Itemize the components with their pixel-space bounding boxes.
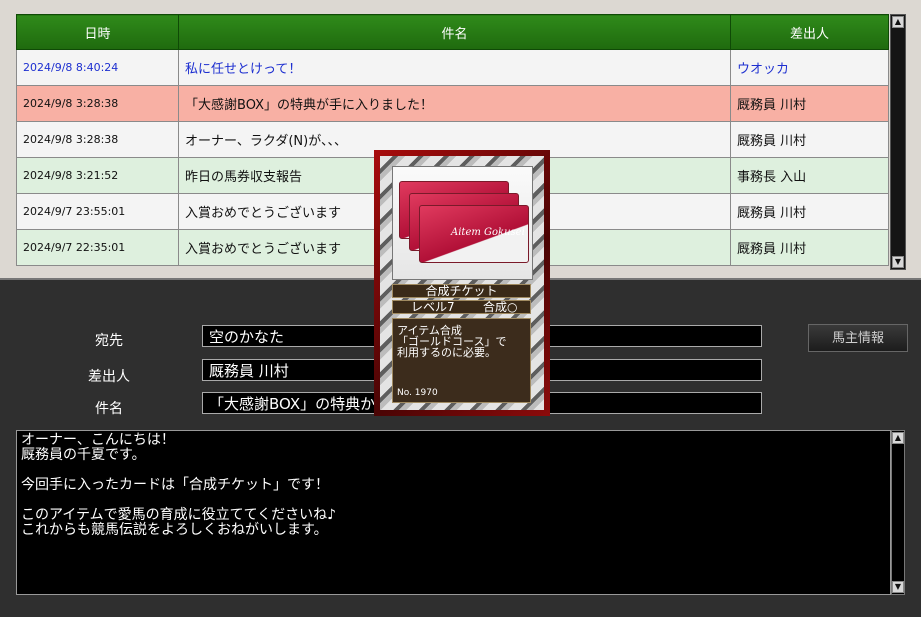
table-row-selected[interactable]: 2024/9/8 3:28:38 「大感謝BOX」の特典が手に入りました！ 厩務…: [16, 85, 889, 122]
row-date: 2024/9/8 8:40:24: [16, 49, 179, 86]
table-header-row: 日時 件名 差出人: [16, 14, 889, 50]
scroll-down-arrow-icon[interactable]: ▼: [892, 581, 904, 593]
row-sender: 厩務員 川村: [730, 229, 889, 266]
card-illustration: Aitem Gokusei: [392, 166, 533, 280]
body-line: このアイテムで愛馬の育成に役立ててくださいね♪: [21, 507, 337, 523]
row-date: 2024/9/8 3:28:38: [16, 85, 179, 122]
card-body: Aitem Gokusei 合成チケット レベル7 合成○ アイテム合成 「ゴー…: [380, 156, 544, 410]
body-line: 今回手に入ったカードは「合成チケット」です！: [21, 477, 329, 493]
message-body: オーナー、こんにちは！ 厩務員の千夏です。 今回手に入ったカードは「合成チケット…: [16, 430, 891, 595]
column-header-sender[interactable]: 差出人: [730, 14, 889, 50]
item-card-popup: Aitem Gokusei 合成チケット レベル7 合成○ アイテム合成 「ゴー…: [374, 150, 550, 416]
card-synth: 合成○: [483, 300, 518, 314]
row-sender: 厩務員 川村: [730, 85, 889, 122]
column-header-subject[interactable]: 件名: [178, 14, 731, 50]
to-label: 宛先: [95, 333, 123, 349]
list-scrollbar[interactable]: ▲ ▼: [890, 14, 906, 270]
row-date: 2024/9/8 3:21:52: [16, 157, 179, 194]
card-level: レベル7: [411, 300, 455, 314]
card-level-row: レベル7 合成○: [392, 300, 531, 314]
body-line: [21, 463, 886, 478]
row-subject: 私に任せとけって！: [178, 49, 731, 86]
body-line: 厩務員の千夏です。: [21, 447, 146, 463]
from-label: 差出人: [88, 369, 130, 385]
body-line: [21, 493, 886, 508]
body-line: これからも競馬伝説をよろしくおねがいします。: [21, 522, 328, 538]
scroll-up-arrow-icon[interactable]: ▲: [892, 432, 904, 444]
row-date: 2024/9/7 22:35:01: [16, 229, 179, 266]
row-subject: 「大感謝BOX」の特典が手に入りました！: [178, 85, 731, 122]
row-date: 2024/9/7 23:55:01: [16, 193, 179, 230]
scroll-down-arrow-icon[interactable]: ▼: [892, 256, 904, 268]
table-row[interactable]: 2024/9/8 8:40:24 私に任せとけって！ ウオッカ: [16, 49, 889, 86]
column-header-date[interactable]: 日時: [16, 14, 179, 50]
body-line: オーナー、こんにちは！: [21, 432, 175, 448]
scroll-up-arrow-icon[interactable]: ▲: [892, 16, 904, 28]
subject-label: 件名: [95, 401, 123, 417]
row-sender: 厩務員 川村: [730, 193, 889, 230]
card-description: アイテム合成 「ゴールドコース」で 利用するのに必要。 No. 1970: [392, 318, 531, 403]
row-sender: ウオッカ: [730, 49, 889, 86]
row-date: 2024/9/8 3:28:38: [16, 121, 179, 158]
body-scrollbar[interactable]: ▲ ▼: [891, 430, 905, 595]
card-number: No. 1970: [397, 388, 438, 398]
owner-info-button[interactable]: 馬主情報: [808, 324, 908, 352]
card-illustration-caption: Aitem Gokusei: [451, 227, 525, 238]
row-sender: 厩務員 川村: [730, 121, 889, 158]
card-desc-line: 利用するのに必要。: [397, 346, 496, 359]
row-sender: 事務長 入山: [730, 157, 889, 194]
card-name: 合成チケット: [392, 284, 531, 298]
